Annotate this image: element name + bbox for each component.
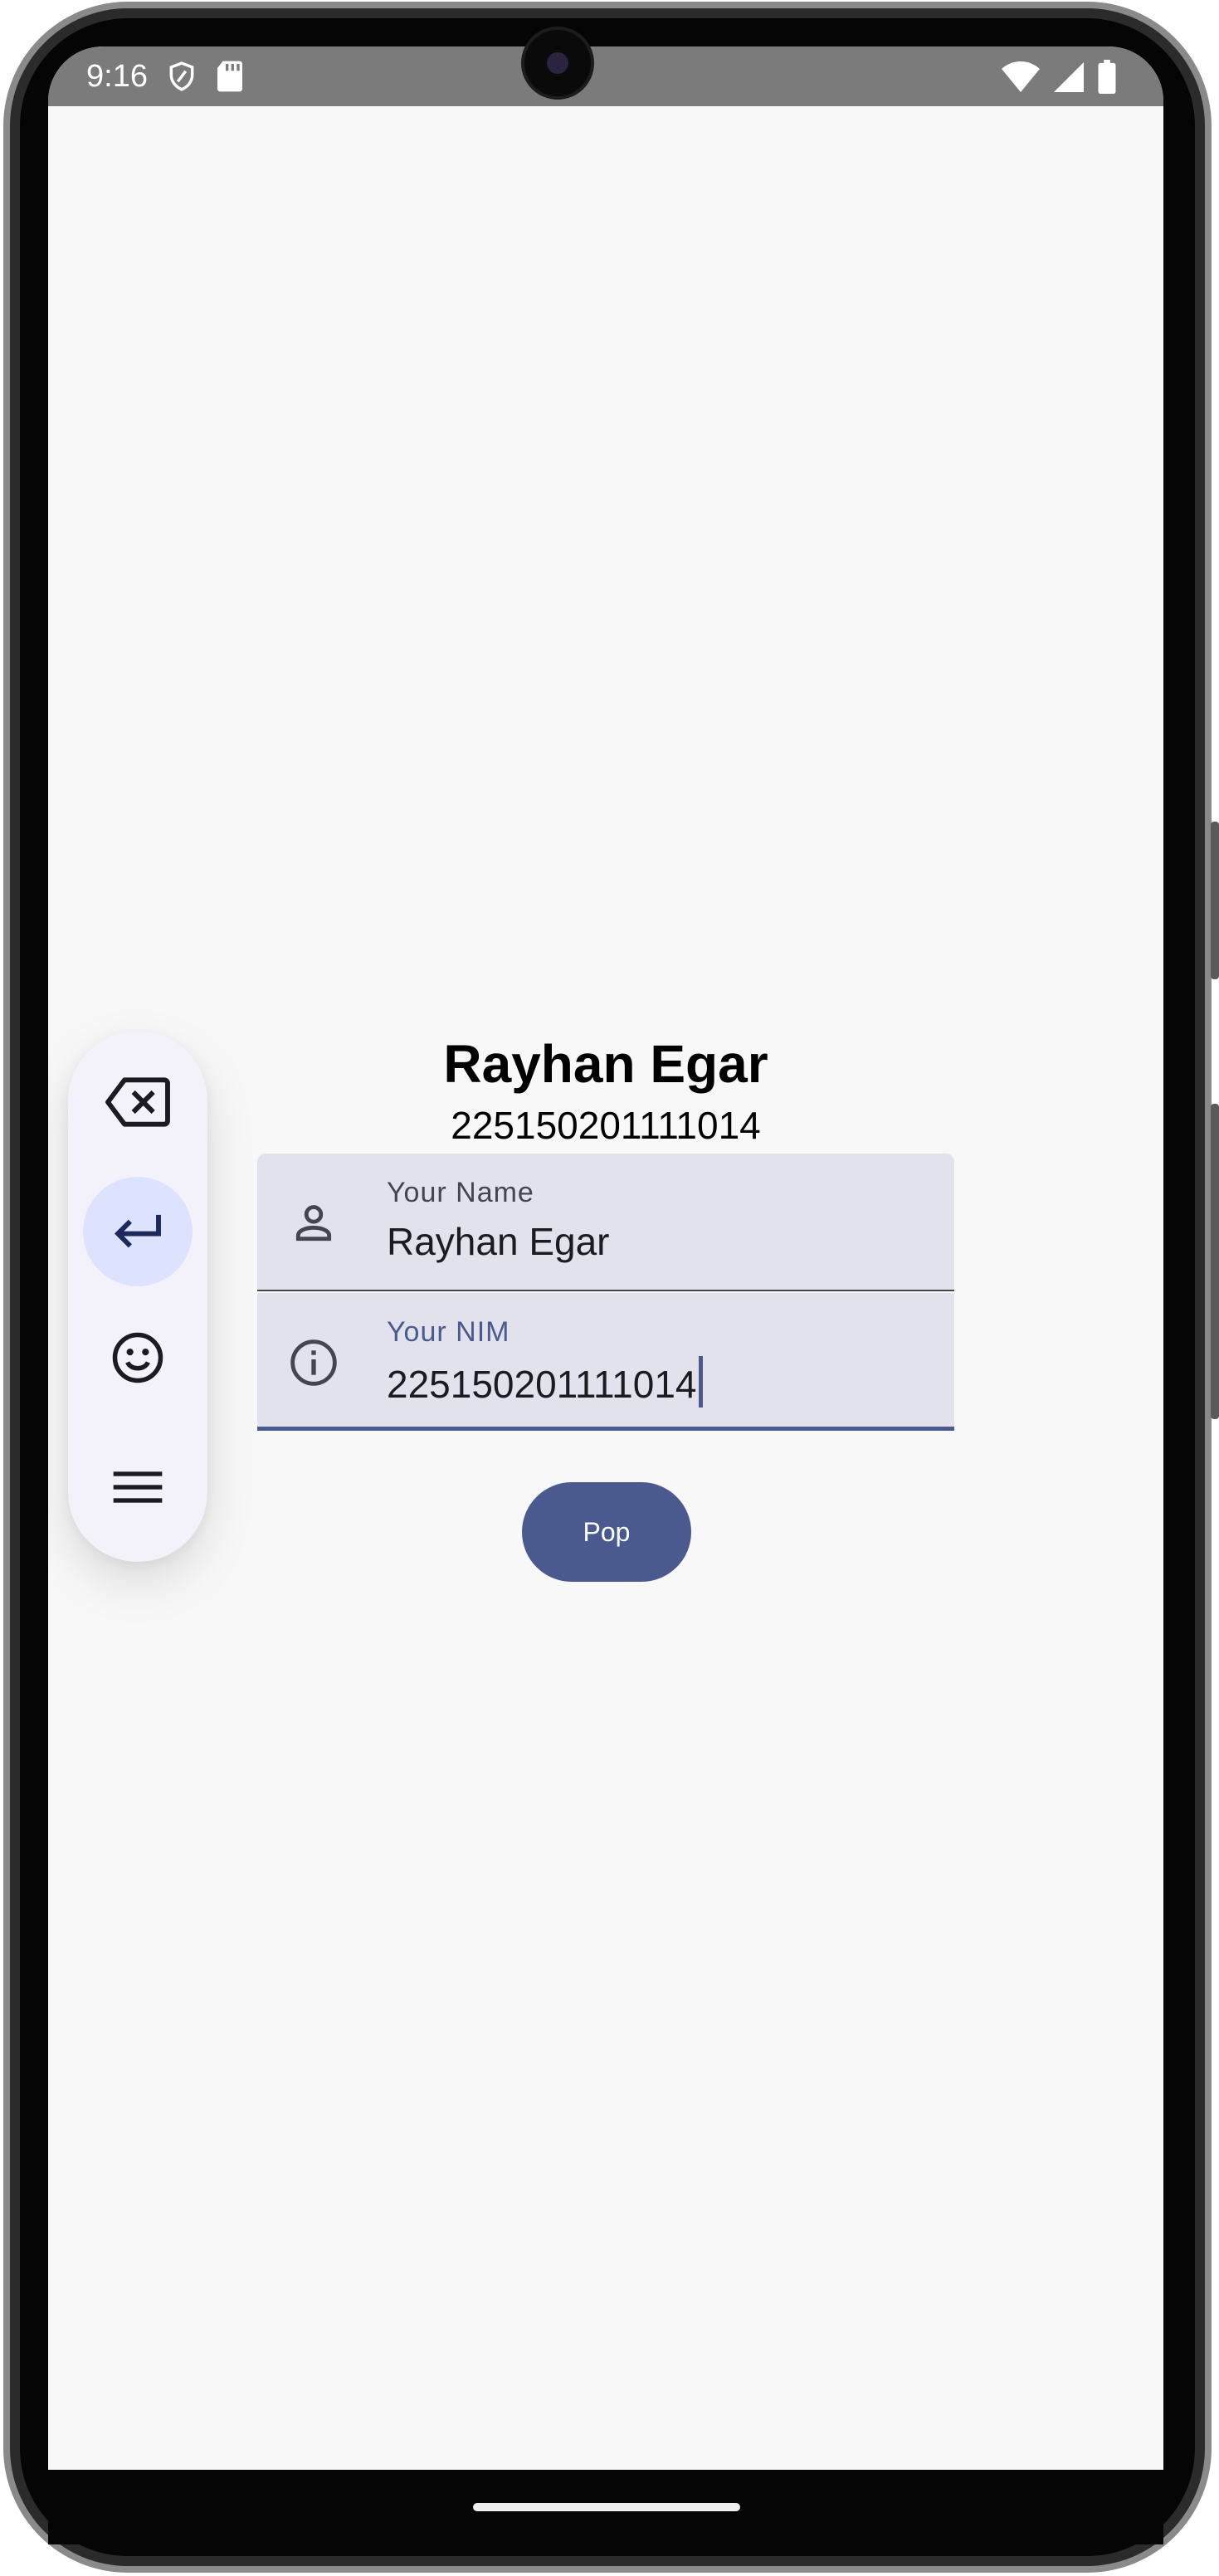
cellular-signal-icon [1052,61,1085,98]
name-field-value[interactable]: Rayhan Egar [387,1217,610,1266]
battery-icon [1097,60,1117,99]
menu-icon [111,1467,164,1511]
front-camera [524,30,591,96]
status-bar: 9:16 [48,46,1163,106]
name-field-label: Your Name [387,1177,534,1208]
person-icon [287,1197,340,1250]
sd-card-icon [216,60,244,97]
emoji-icon [110,1330,165,1389]
emoji-button[interactable] [83,1305,193,1414]
power-button [1211,1104,1219,1419]
nim-field-input[interactable]: 225150201111014 [387,1356,703,1409]
pop-button[interactable]: Pop [522,1482,691,1582]
home-indicator[interactable] [473,2503,740,2511]
wifi-icon [1001,61,1041,98]
floating-keyboard-toolbar [68,1031,207,1562]
enter-icon [111,1209,164,1255]
menu-button[interactable] [83,1434,193,1544]
page-subtitle-nim: 225150201111014 [451,1104,761,1147]
page-title-name: Rayhan Egar [443,1034,768,1094]
nim-field-value: 225150201111014 [387,1363,697,1406]
status-left-icons [166,60,244,97]
phone-frame: 9:16 Rayhan Egar 225150201111014 Your Na… [0,0,1219,2576]
screen: 9:16 Rayhan Egar 225150201111014 Your Na… [48,46,1163,2470]
backspace-button[interactable] [83,1049,193,1159]
status-right-icons [1001,60,1117,99]
navigation-bar [48,2470,1163,2544]
enter-button[interactable] [83,1177,193,1286]
volume-button [1211,822,1219,979]
backspace-icon [105,1076,171,1133]
text-cursor [698,1356,703,1408]
name-field[interactable]: Your Name Rayhan Egar [257,1154,954,1291]
shield-icon [166,60,197,97]
status-time: 9:16 [86,59,148,94]
info-icon [287,1336,340,1389]
nim-field[interactable]: Your NIM 225150201111014 [257,1293,954,1431]
nim-field-label: Your NIM [387,1316,510,1348]
